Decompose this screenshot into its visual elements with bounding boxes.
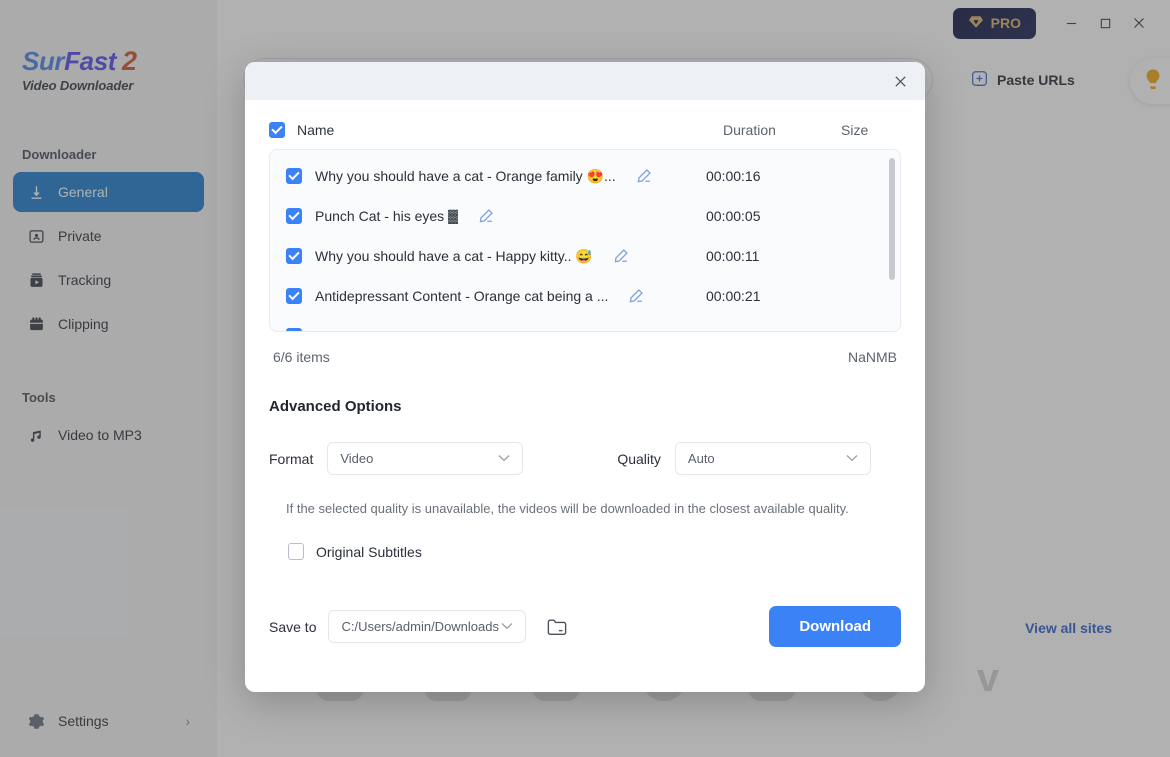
video-list-scroll: Why you should have a cat - Orange famil… <box>270 150 900 331</box>
quality-select[interactable]: Auto <box>674 442 871 475</box>
column-header-name: Name <box>297 122 335 138</box>
format-label: Format <box>269 450 314 467</box>
row-title: Why you should have a cat - Happy kitty.… <box>315 247 593 264</box>
table-row-partial[interactable] <box>270 316 900 331</box>
row-checkbox[interactable] <box>286 208 302 224</box>
pencil-edit-icon[interactable] <box>477 207 495 225</box>
row-checkbox[interactable] <box>286 248 302 264</box>
format-quality-row: Format Video Quality Auto <box>269 442 901 475</box>
row-checkbox[interactable] <box>286 168 302 184</box>
save-to-label: Save to <box>269 618 317 635</box>
original-subtitles-row[interactable]: Original Subtitles <box>269 543 901 560</box>
list-footer: 6/6 items NaNMB <box>269 332 901 365</box>
quality-hint: If the selected quality is unavailable, … <box>286 501 849 516</box>
row-duration: 00:00:05 <box>706 208 761 224</box>
select-all-checkbox[interactable] <box>269 122 285 138</box>
original-subtitles-label: Original Subtitles <box>316 543 422 560</box>
advanced-options-title: Advanced Options <box>269 398 402 415</box>
table-row[interactable]: Punch Cat - his eyes ▓ 00:00:05 <box>270 196 900 236</box>
original-subtitles-checkbox[interactable] <box>288 543 304 560</box>
video-list: Why you should have a cat - Orange famil… <box>269 149 901 332</box>
download-button[interactable]: Download <box>769 606 901 647</box>
pencil-edit-icon[interactable] <box>627 287 645 305</box>
dialog-header <box>245 62 925 100</box>
items-count: 6/6 items <box>273 349 330 365</box>
folder-open-icon[interactable] <box>546 617 568 637</box>
download-options-dialog: Name Duration Size Why you should have a… <box>245 62 925 692</box>
column-header-duration: Duration <box>723 122 776 138</box>
row-title: Antidepressant Content - Orange cat bein… <box>315 288 609 304</box>
quality-value: Auto <box>687 451 715 466</box>
quality-label: Quality <box>617 450 661 467</box>
table-row[interactable]: Why you should have a cat - Orange famil… <box>270 156 900 196</box>
row-checkbox[interactable] <box>286 288 302 304</box>
total-size: NaNMB <box>847 349 897 365</box>
chevron-down-icon <box>501 621 513 633</box>
format-value: Video <box>340 451 374 466</box>
list-scrollbar[interactable] <box>889 158 895 325</box>
pencil-edit-icon[interactable] <box>612 247 630 265</box>
row-title: Why you should have a cat - Orange famil… <box>315 167 616 184</box>
pencil-edit-icon[interactable] <box>635 167 653 185</box>
column-header-size: Size <box>841 122 869 138</box>
dialog-body: Name Duration Size Why you should have a… <box>245 100 925 692</box>
close-icon[interactable] <box>887 68 913 94</box>
chevron-down-icon <box>498 453 510 465</box>
format-select[interactable]: Video <box>327 442 524 475</box>
table-row[interactable]: Why you should have a cat - Happy kitty.… <box>270 236 900 276</box>
dialog-footer: Save to C:/Users/admin/Downloads Downloa… <box>269 606 901 657</box>
row-title: Punch Cat - his eyes ▓ <box>315 208 459 224</box>
app-window: SurFast 2 Video Downloader Downloader Gen… <box>0 0 1170 757</box>
table-row[interactable]: Antidepressant Content - Orange cat bein… <box>270 276 900 316</box>
scrollbar-thumb[interactable] <box>889 158 895 280</box>
list-header: Name Duration Size <box>269 122 901 149</box>
chevron-down-icon <box>846 453 858 465</box>
save-to-value: C:/Users/admin/Downloads <box>341 619 499 634</box>
row-duration: 00:00:16 <box>706 168 761 184</box>
save-to-select[interactable]: C:/Users/admin/Downloads <box>328 610 527 643</box>
row-duration: 00:00:21 <box>706 288 761 304</box>
row-duration: 00:00:11 <box>706 248 760 264</box>
row-checkbox[interactable] <box>286 328 302 331</box>
